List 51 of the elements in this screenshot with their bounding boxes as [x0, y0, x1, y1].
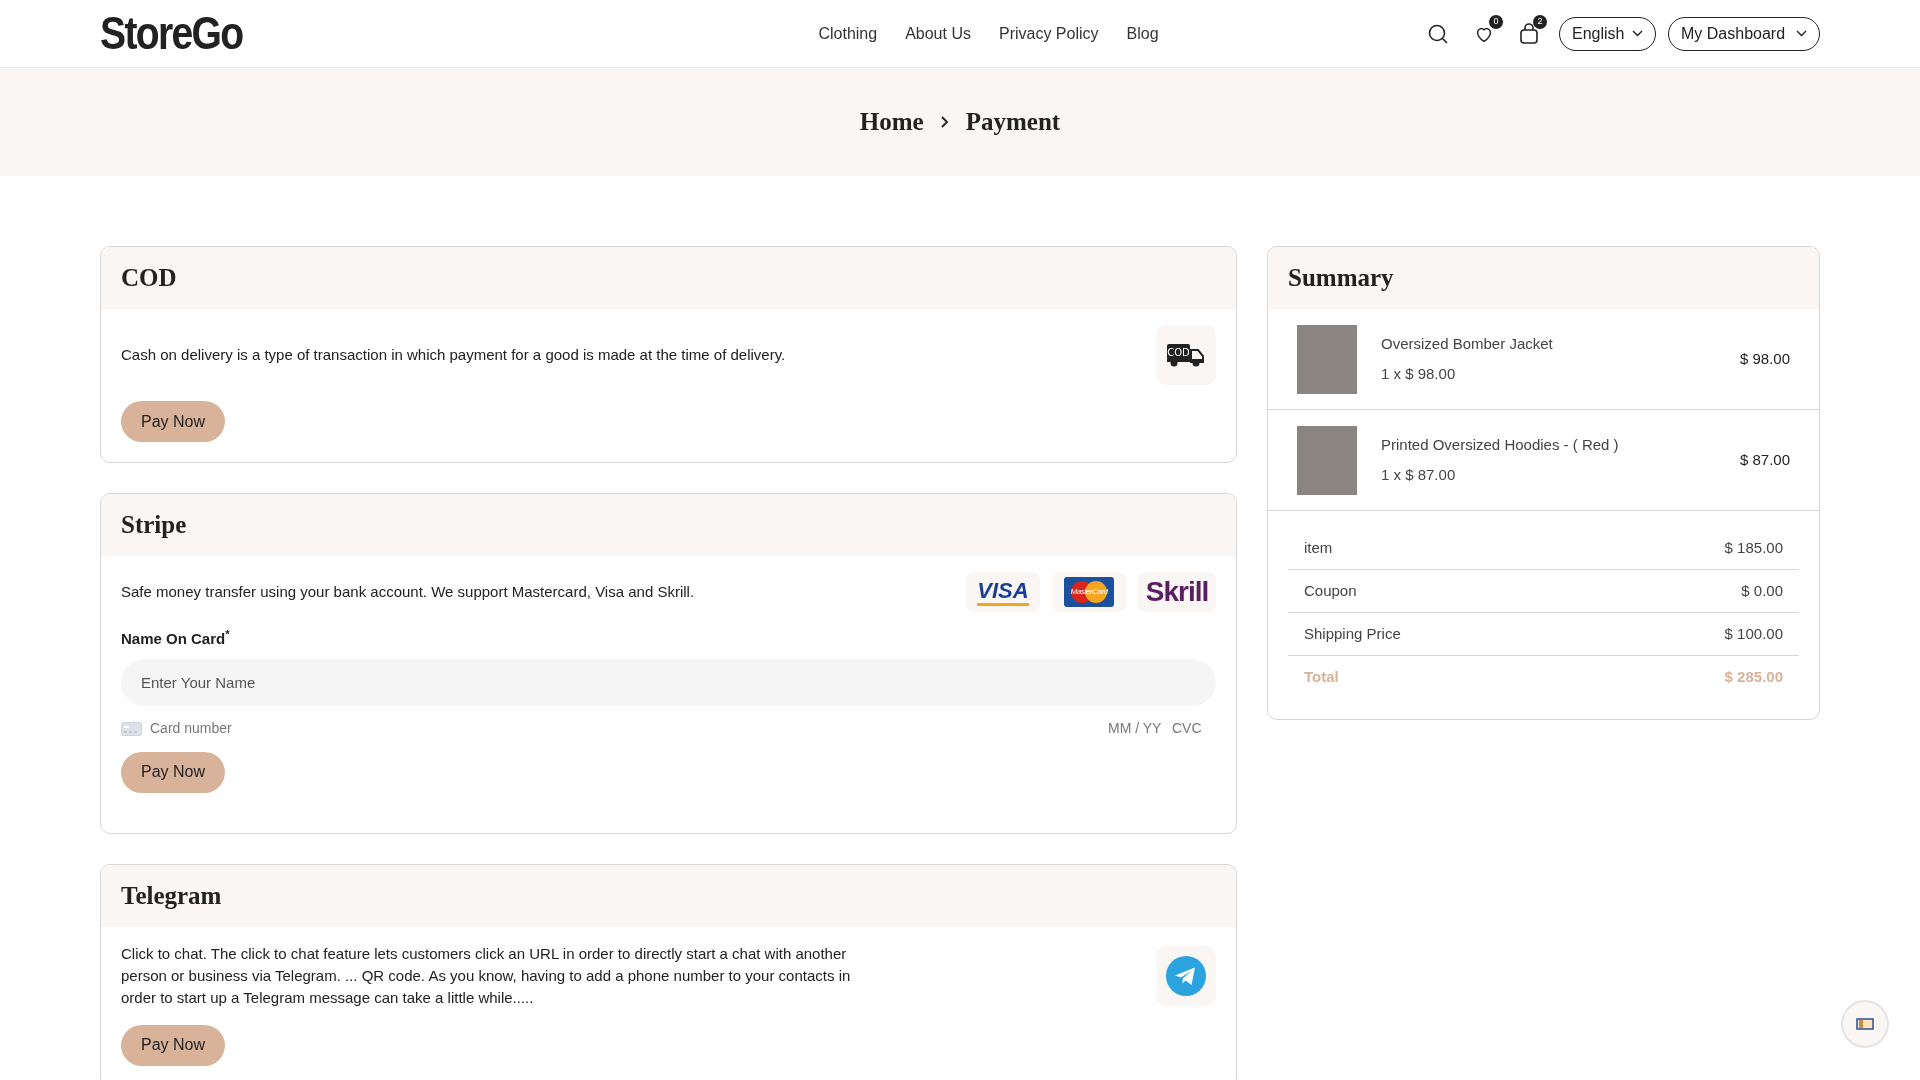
product-name: Printed Oversized Hoodies - ( Red ) — [1381, 434, 1620, 455]
card-title: Summary — [1288, 263, 1394, 294]
summary-label: Shipping Price — [1304, 623, 1401, 644]
chevron-down-icon — [1796, 30, 1807, 37]
visa-logo: VISA — [977, 578, 1029, 606]
quantity-price: 1 x $ 98.00 — [1381, 364, 1457, 384]
breadcrumb-current: Payment — [965, 107, 1061, 138]
pay-now-button[interactable]: Pay Now — [121, 401, 225, 442]
store-logo[interactable]: StoreGo — [100, 0, 270, 68]
shopping-bag-icon[interactable] — [1519, 22, 1539, 45]
cvc-field[interactable]: CVC — [1172, 718, 1208, 739]
description-text: Cash on delivery is a type of transaction in which payment for a good is made at the time of delivery. — [121, 345, 786, 365]
telegram-icon — [1166, 955, 1206, 996]
card-title: COD — [121, 263, 177, 294]
expiry-field[interactable]: MM / YY — [1108, 718, 1164, 739]
book-icon — [1856, 1018, 1874, 1030]
pay-now-button[interactable]: Pay Now — [121, 1024, 225, 1066]
chevron-right-icon — [939, 115, 950, 129]
pay-now-button[interactable]: Pay Now — [121, 751, 225, 793]
cart-count-badge: 2 — [1533, 14, 1547, 29]
nav-link[interactable]: Blog — [1126, 21, 1159, 46]
card-number-field[interactable]: Card number — [150, 718, 1100, 739]
field-label: Name On Card$^{*}$ — [121, 628, 231, 649]
nav-link[interactable]: About Us — [905, 21, 971, 46]
description-text: Click to chat. The click to chat feature lets customers click an URL in order to directly start a chat with another person or business via Telegram. ... QR code. As you know, having to add a phone number to your contacts in order to start up a Telegram message can take a little while..... — [121, 943, 852, 1008]
credit-card-icon — [121, 721, 142, 736]
nav-link[interactable]: Privacy Policy — [998, 21, 1099, 46]
summary-value: $ 185.00 — [1724, 537, 1783, 558]
photo-placeholder — [1297, 425, 1357, 495]
total-value: $ 285.00 — [1724, 667, 1783, 688]
card-title: Stripe — [121, 510, 187, 541]
chevron-down-icon — [1632, 30, 1643, 37]
item-price: $ 98.00 — [1739, 348, 1790, 369]
item-price: $ 87.00 — [1739, 449, 1790, 470]
summary-value: $ 0.00 — [1741, 580, 1783, 601]
quantity-price: 1 x $ 87.00 — [1381, 465, 1457, 485]
photo-placeholder — [1297, 324, 1357, 394]
card-title: Telegram — [121, 880, 222, 911]
summary-value: $ 100.00 — [1724, 623, 1783, 644]
summary-label: Coupon — [1304, 580, 1357, 601]
description-text: Safe money transfer using your bank account. We support Mastercard, Visa and Skrill. — [121, 582, 695, 602]
search-icon[interactable] — [1427, 22, 1449, 45]
name-input-field[interactable]: Enter Your Name — [121, 658, 1216, 706]
product-name: Oversized Bomber Jacket — [1381, 333, 1554, 354]
nav-link[interactable]: Clothing — [818, 21, 878, 46]
breadcrumb-link[interactable]: Home — [859, 103, 924, 141]
skrill-logo: Skrill — [1145, 575, 1209, 609]
summary-label: item — [1304, 537, 1333, 558]
floating-button[interactable] — [1841, 1000, 1889, 1048]
total-label: Total — [1304, 667, 1339, 688]
wishlist-count-badge: 0 — [1489, 14, 1503, 29]
